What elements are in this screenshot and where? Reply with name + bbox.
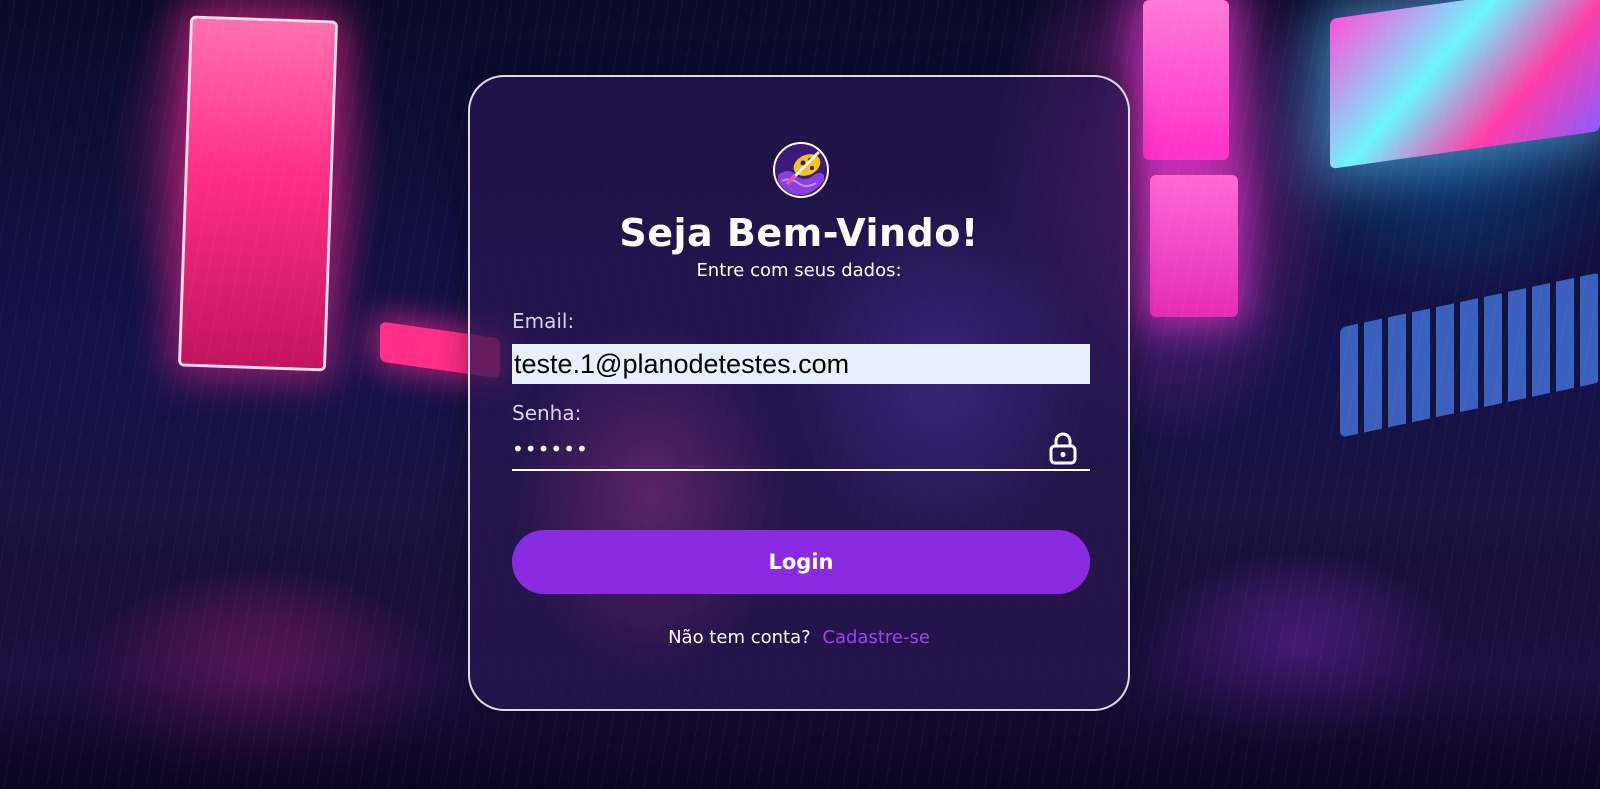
email-label: Email: [512,309,575,333]
page-title: Seja Bem-Vindo! [619,211,979,255]
login-card: Seja Bem-Vindo! Entre com seus dados: Em… [468,75,1130,711]
signup-link[interactable]: Cadastre-se [822,627,930,648]
page-subtitle: Entre com seus dados: [696,260,902,281]
email-field[interactable] [512,344,1090,384]
signup-row: Não tem conta? Cadastre-se [470,627,1128,648]
password-field[interactable] [512,433,1032,465]
lock-icon[interactable] [1048,431,1078,465]
login-button[interactable]: Login [512,530,1090,594]
palette-brush-icon [773,142,829,198]
signup-prompt: Não tem conta? [668,627,811,648]
password-label: Senha: [512,401,582,425]
password-field-row [512,427,1090,471]
